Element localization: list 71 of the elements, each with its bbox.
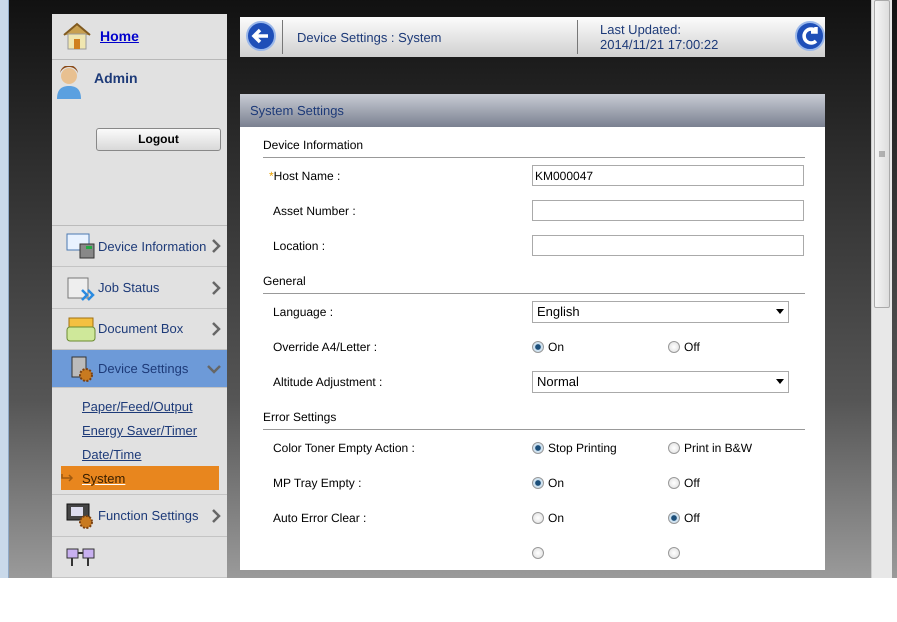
arrow-icon xyxy=(61,474,75,482)
radio-button[interactable] xyxy=(532,442,544,454)
network-icon xyxy=(66,546,96,567)
field-label: Location : xyxy=(273,238,326,252)
radio-button[interactable] xyxy=(532,476,544,488)
radio-button[interactable] xyxy=(668,340,680,352)
menu-item[interactable]: Document Box xyxy=(52,308,227,350)
field-label: Asset Number : xyxy=(273,204,356,218)
radio-button[interactable] xyxy=(668,476,680,488)
submenu-item[interactable]: Date/Time xyxy=(61,442,219,466)
chevron-right-icon xyxy=(211,280,221,295)
scroll-grip-icon xyxy=(879,151,885,157)
user-icon xyxy=(56,66,82,100)
menu-item[interactable]: Job Status xyxy=(52,267,227,309)
menu-item[interactable]: Device Settings xyxy=(52,350,227,388)
section-title: General xyxy=(263,269,805,294)
menu-item[interactable]: Function Settings xyxy=(52,495,227,537)
submenu-link[interactable]: Paper/Feed/Output xyxy=(82,398,193,414)
breadcrumb: Device Settings : System xyxy=(296,30,442,44)
screen-gear-icon xyxy=(66,502,96,530)
chevron-right-icon xyxy=(211,322,221,336)
submenu-item[interactable]: Energy Saver/Timer xyxy=(61,418,219,442)
submenu-item[interactable]: Paper/Feed/Output xyxy=(61,394,219,418)
section-title: Device Information xyxy=(263,133,805,158)
document-box-icon xyxy=(66,314,96,343)
menu-item[interactable]: Device Information xyxy=(52,226,227,268)
field-label: Language : xyxy=(273,304,334,318)
submenu-item[interactable]: System xyxy=(61,466,219,490)
field-label: Color Toner Empty Action : xyxy=(273,440,415,454)
radio-button[interactable] xyxy=(532,340,544,352)
option-label: On xyxy=(548,510,564,524)
dropdown[interactable]: English xyxy=(532,300,789,322)
radio-button[interactable] xyxy=(668,442,680,454)
user-name: Admin xyxy=(94,70,138,86)
option-label: On xyxy=(548,340,564,354)
dropdown-arrow-icon xyxy=(776,379,784,384)
field-label: Auto Error Clear : xyxy=(273,510,366,524)
radio-button[interactable] xyxy=(668,546,680,558)
chevron-right-icon xyxy=(211,239,221,254)
panel-title: System Settings xyxy=(240,94,825,127)
radio-button[interactable] xyxy=(532,512,544,524)
submenu-link[interactable]: Date/Time xyxy=(82,446,142,462)
text-field[interactable] xyxy=(532,200,804,221)
required-mark: * xyxy=(269,168,274,182)
text-field[interactable]: KM000047 xyxy=(532,165,804,186)
last-updated: Last Updated: 2014/11/21 17:00:22 xyxy=(599,22,720,52)
printer-document-icon xyxy=(66,232,96,260)
dropdown-arrow-icon xyxy=(776,309,784,314)
chevron-right-icon xyxy=(211,508,221,523)
option-label: Off xyxy=(684,340,700,354)
submenu-link[interactable]: Energy Saver/Timer xyxy=(82,422,198,438)
dropdown[interactable]: Normal xyxy=(532,370,789,392)
chevron-down-icon xyxy=(207,364,221,374)
section-title: Error Settings xyxy=(263,405,805,430)
submenu-link[interactable]: System xyxy=(82,470,126,486)
radio-button[interactable] xyxy=(532,546,544,558)
field-label: MP Tray Empty : xyxy=(273,476,362,490)
radio-button[interactable] xyxy=(668,512,680,524)
house-icon xyxy=(62,22,92,50)
field-label: Host Name : xyxy=(274,168,340,182)
field-label: Override A4/Letter : xyxy=(273,340,378,354)
refresh-icon[interactable] xyxy=(795,20,825,50)
field-label: Altitude Adjustment : xyxy=(273,374,382,388)
logout-button[interactable]: Logout xyxy=(96,128,221,151)
home-link[interactable]: Home xyxy=(100,28,139,44)
text-field[interactable] xyxy=(532,235,804,256)
option-label: Stop Printing xyxy=(548,440,617,454)
option-label: Off xyxy=(684,510,700,524)
option-label: On xyxy=(548,476,564,490)
option-label: Off xyxy=(684,476,700,490)
option-label: Print in B&W xyxy=(684,440,752,454)
